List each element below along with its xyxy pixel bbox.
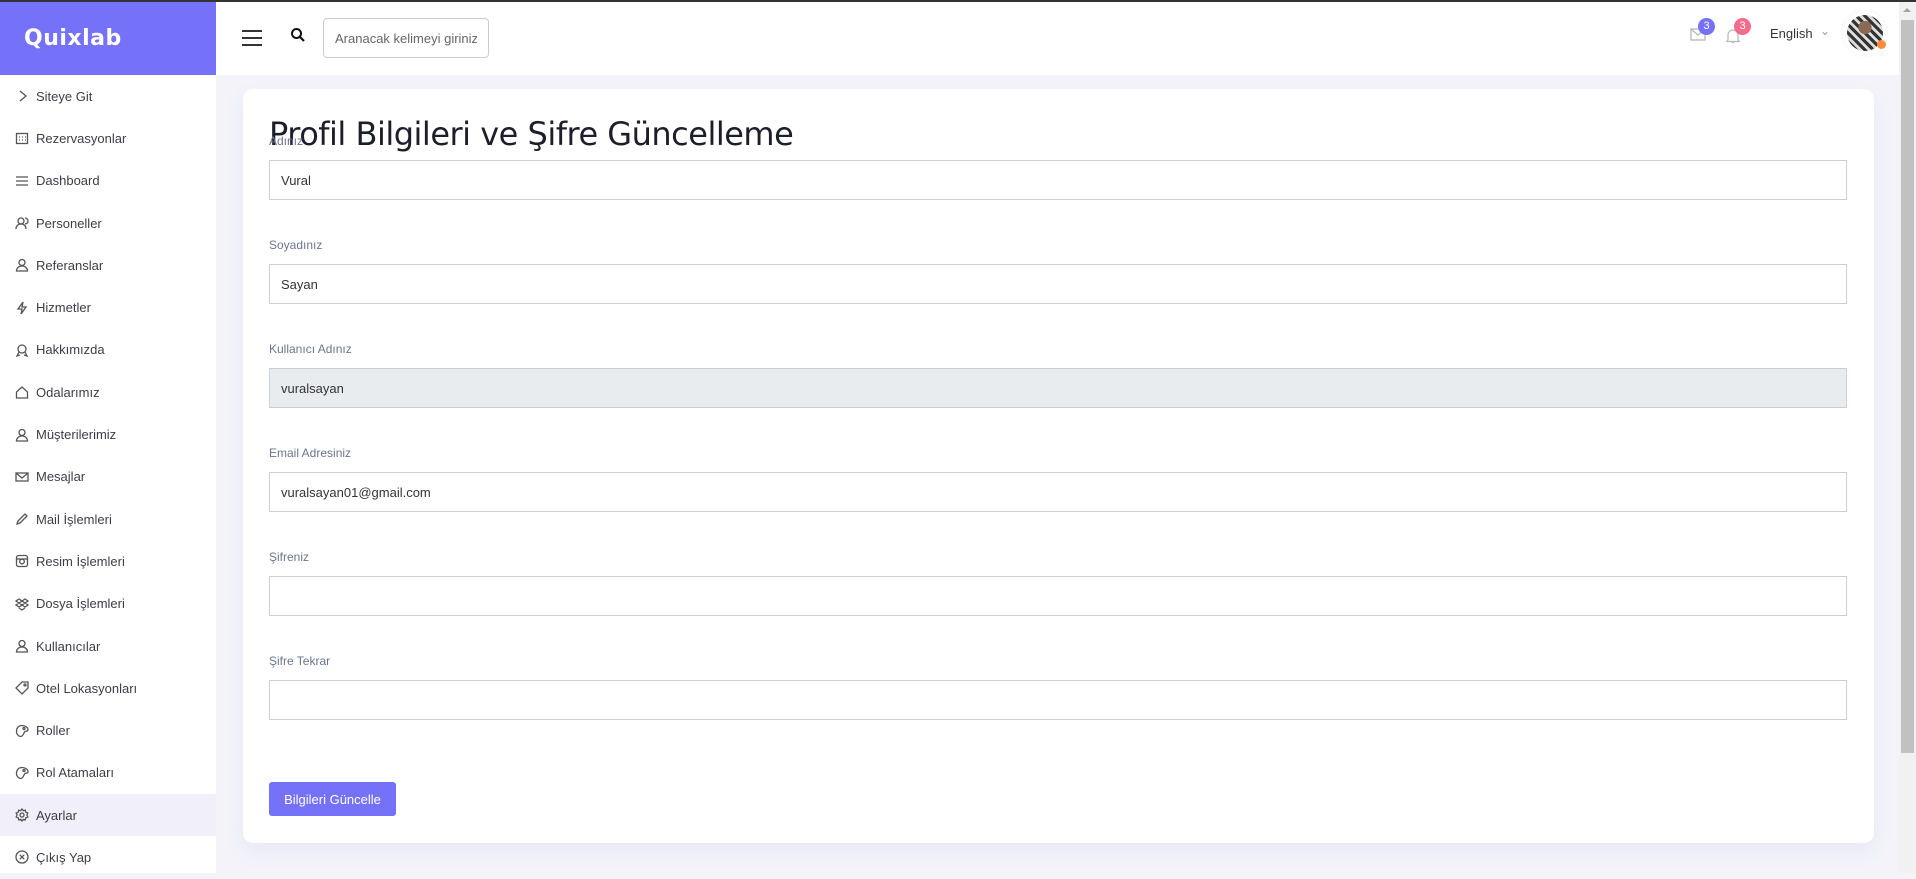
sidebar-item-label: Mail İşlemleri — [36, 511, 112, 527]
sidebar-item-personeller[interactable]: Personeller — [0, 202, 216, 244]
pencil-icon — [15, 513, 28, 526]
status-dot — [1877, 40, 1886, 49]
sidebar-item-label: Personeller — [36, 215, 102, 231]
sidebar-item-dashboard[interactable]: Dashboard — [0, 160, 216, 202]
top-bar: 3 3 English ⌄ — [216, 2, 1899, 75]
username-label: Kullanıcı Adınız — [269, 342, 352, 356]
sidebar-item-label: Odalarımız — [36, 384, 100, 400]
last-name-input[interactable]: Sayan — [269, 264, 1847, 304]
sidebar-item-müşterilerimiz[interactable]: Müşterilerimiz — [0, 413, 216, 455]
profile-card: Profil Bilgileri ve Şifre Güncelleme Adı… — [243, 89, 1874, 843]
sidebar-item-mail-i-şlemleri[interactable]: Mail İşlemleri — [0, 498, 216, 540]
tag-icon — [15, 681, 29, 696]
sidebar-item-label: Rezervasyonlar — [36, 130, 127, 146]
password-confirm-label: Şifre Tekrar — [269, 654, 331, 668]
sidebar-item-ayarlar[interactable]: Ayarlar — [0, 794, 216, 837]
sidebar-item-referanslar[interactable]: Referanslar — [0, 244, 216, 286]
sidebar-item-otel-lokasyonları[interactable]: Otel Lokasyonları — [0, 667, 216, 709]
sidebar-item-siteye-git[interactable]: Siteye Git — [0, 75, 216, 117]
password-confirm-group: Şifre Tekrar — [269, 654, 1847, 720]
sidebar-item-label: Hakkımızda — [36, 342, 105, 358]
scrollbar-thumb[interactable] — [1901, 20, 1914, 753]
sidebar-item-roller[interactable]: Roller — [0, 709, 216, 751]
password-label: Şifreniz — [269, 550, 310, 564]
sidebar-item-label: Ayarlar — [36, 807, 77, 823]
calendar-icon — [15, 133, 29, 145]
brand-logo[interactable]: Quixlab — [0, 2, 216, 75]
messages-button[interactable]: 3 — [1690, 18, 1715, 46]
sidebar: Siteye Git Rezervasyonlar Dashboard Persone… — [0, 75, 216, 873]
user-icon — [15, 639, 29, 653]
sidebar-item-label: Dosya İşlemleri — [36, 596, 125, 612]
last-name-group: Soyadınız Sayan — [269, 238, 1847, 304]
palette-icon — [15, 724, 29, 737]
email-group: Email Adresiniz vuralsayan01@gmail.com — [269, 446, 1847, 512]
username-input[interactable]: vuralsayan — [269, 368, 1847, 408]
gear-icon — [15, 808, 29, 823]
update-info-button[interactable]: Bilgileri Güncelle — [269, 782, 396, 816]
username-group: Kullanıcı Adınız vuralsayan — [269, 342, 1847, 408]
sidebar-item-label: Çıkış Yap — [36, 849, 92, 865]
notifications-button[interactable]: 3 — [1724, 18, 1751, 49]
image-icon — [15, 555, 29, 568]
sidebar-item-label: Kullanıcılar — [36, 638, 101, 654]
envelope-icon — [15, 472, 29, 482]
password-group: Şifreniz — [269, 550, 1847, 616]
users-icon — [15, 217, 29, 230]
sidebar-item-label: Referanslar — [36, 257, 104, 273]
sidebar-item-çıkış-yap[interactable]: Çıkış Yap — [0, 836, 216, 878]
sidebar-item-label: Otel Lokasyonları — [36, 680, 138, 696]
user-icon — [15, 428, 29, 442]
first-name-label: Adınız — [269, 134, 304, 148]
username-value: vuralsayan — [281, 380, 344, 396]
sidebar-item-hakkımızda[interactable]: Hakkımızda — [0, 329, 216, 371]
first-name-value: Vural — [281, 172, 311, 188]
user-icon — [15, 259, 29, 272]
badge-icon — [15, 344, 29, 357]
last-name-label: Soyadınız — [269, 238, 323, 252]
chevron-right-icon — [19, 90, 28, 102]
sidebar-item-label: Müşterilerimiz — [36, 427, 117, 443]
first-name-group: Adınız Vural — [269, 134, 1847, 200]
home-icon — [15, 386, 29, 399]
search-input[interactable] — [323, 18, 489, 58]
sidebar-item-mesajlar[interactable]: Mesajlar — [0, 456, 216, 498]
bolt-icon — [16, 301, 28, 315]
hamburger-menu-icon[interactable] — [242, 30, 262, 46]
sidebar-item-label: Rol Atamaları — [36, 765, 115, 781]
sidebar-item-hizmetler[interactable]: Hizmetler — [0, 286, 216, 328]
dropbox-icon — [15, 597, 29, 611]
sidebar-item-label: Resim İşlemleri — [36, 553, 125, 569]
first-name-input[interactable]: Vural — [269, 160, 1847, 200]
last-name-value: Sayan — [281, 276, 318, 292]
sidebar-item-rol-atamaları[interactable]: Rol Atamaları — [0, 752, 216, 794]
scroll-up-icon[interactable] — [1903, 8, 1911, 12]
password-confirm-input[interactable] — [269, 680, 1847, 720]
email-value: vuralsayan01@gmail.com — [281, 484, 431, 500]
sidebar-item-resim-i-şlemleri[interactable]: Resim İşlemleri — [0, 540, 216, 582]
sidebar-item-label: Dashboard — [36, 173, 100, 189]
password-input[interactable] — [269, 576, 1847, 616]
palette-icon — [15, 766, 29, 779]
notifications-badge: 3 — [1734, 18, 1751, 35]
email-label: Email Adresiniz — [269, 446, 352, 460]
email-input[interactable]: vuralsayan01@gmail.com — [269, 472, 1847, 512]
sidebar-item-odalarımız[interactable]: Odalarımız — [0, 371, 216, 413]
sidebar-item-label: Mesajlar — [36, 469, 86, 485]
sidebar-item-label: Siteye Git — [36, 88, 93, 104]
language-selector[interactable]: English — [1770, 26, 1813, 41]
chevron-down-icon[interactable]: ⌄ — [1820, 24, 1830, 38]
sidebar-item-kullanıcılar[interactable]: Kullanıcılar — [0, 625, 216, 667]
sidebar-item-label: Roller — [36, 723, 70, 739]
page-scrollbar[interactable] — [1899, 2, 1916, 873]
sidebar-item-label: Hizmetler — [36, 300, 91, 316]
search-icon[interactable] — [290, 27, 306, 43]
avatar[interactable] — [1847, 15, 1886, 51]
messages-badge: 3 — [1698, 18, 1715, 35]
close-circle-icon — [15, 850, 29, 865]
sidebar-item-dosya-i-şlemleri[interactable]: Dosya İşlemleri — [0, 583, 216, 625]
sidebar-item-rezervasyonlar[interactable]: Rezervasyonlar — [0, 117, 216, 159]
menu-icon — [16, 176, 28, 186]
